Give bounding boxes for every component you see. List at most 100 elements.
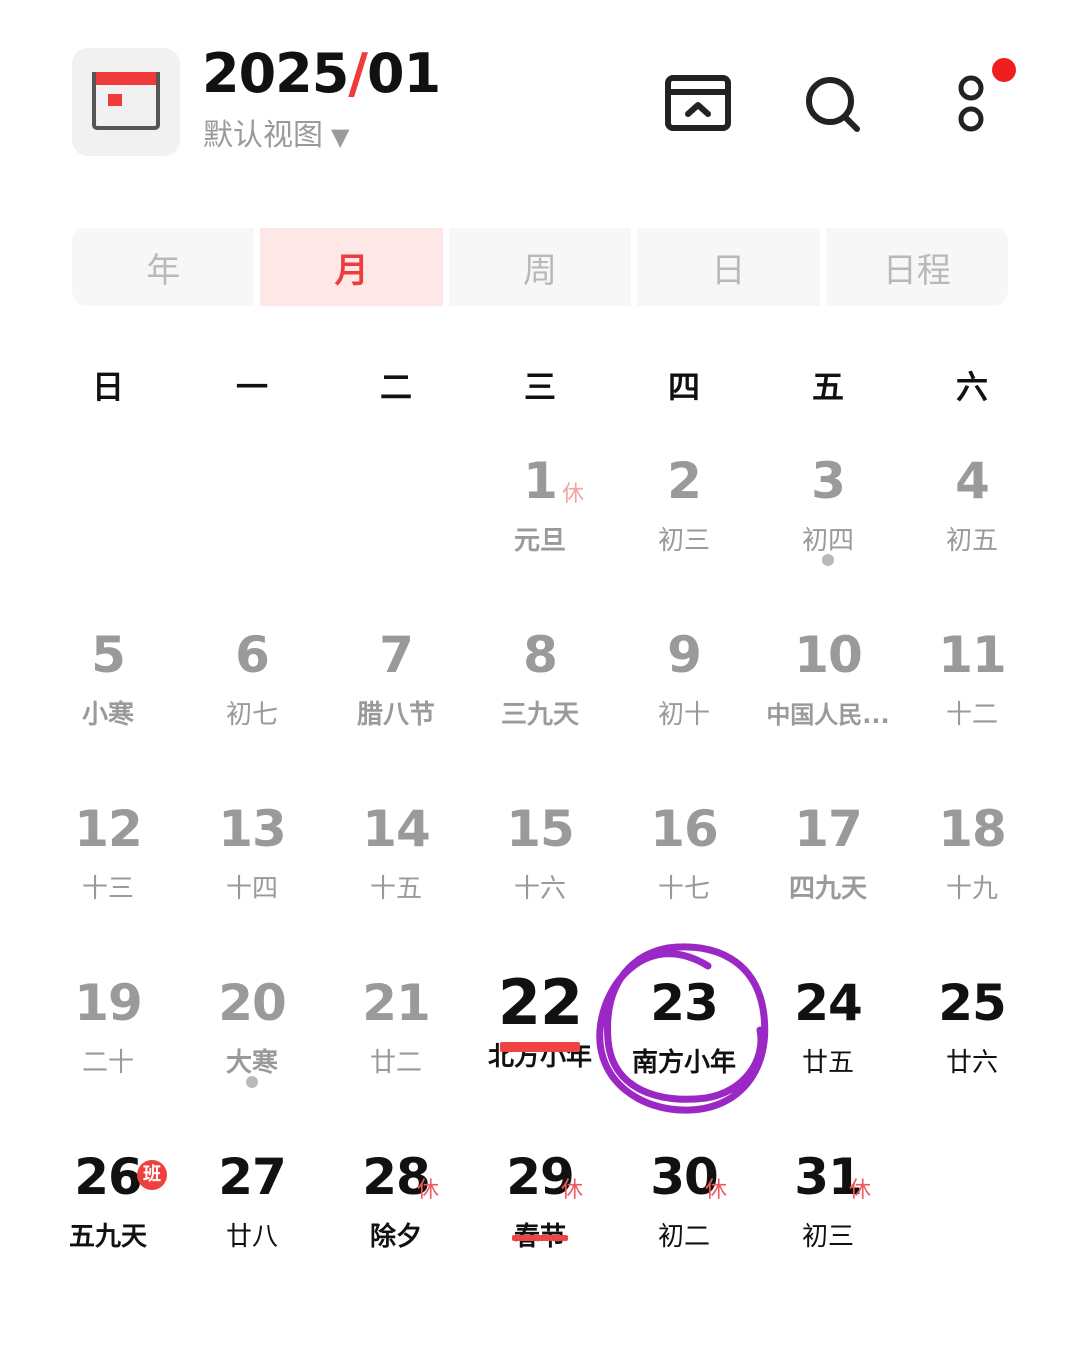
day-cell[interactable]: 19 二十 bbox=[36, 972, 180, 1146]
day-cell[interactable]: 24 廿五 bbox=[756, 972, 900, 1146]
weekday-header: 日 一 二 三 四 五 六 bbox=[36, 362, 1044, 408]
day-cell[interactable]: 5 小寒 bbox=[36, 624, 180, 798]
day-cell[interactable]: 8 三九天 bbox=[468, 624, 612, 798]
day-lunar: 五九天 bbox=[68, 1222, 147, 1252]
day-cell[interactable]: 23 南方小年 bbox=[612, 972, 756, 1146]
day-lunar: 十六 bbox=[513, 874, 566, 904]
title-month: 01 bbox=[367, 42, 441, 105]
day-number: 16 bbox=[650, 800, 719, 858]
day-cell[interactable]: 6 初七 bbox=[180, 624, 324, 798]
weekday-label: 六 bbox=[955, 368, 988, 406]
day-number: 10 bbox=[794, 626, 863, 684]
event-dot bbox=[822, 554, 834, 566]
weekday-label: 一 bbox=[235, 368, 268, 406]
day-lunar: 中国人民... bbox=[766, 701, 890, 729]
day-lunar: 腊八节 bbox=[356, 700, 435, 730]
day-cell[interactable]: 20 大寒 bbox=[180, 972, 324, 1146]
weekday-label: 日 bbox=[91, 368, 124, 406]
week-row: 26班 五九天 27 廿八 28休 除夕 29休 春节 30休 初二 31休 初… bbox=[36, 1146, 1044, 1320]
day-cell[interactable]: 16 十七 bbox=[612, 798, 756, 972]
day-cell[interactable]: 15 十六 bbox=[468, 798, 612, 972]
holiday-rest-tag: 休 bbox=[705, 1178, 728, 1203]
day-lunar: 元旦 bbox=[513, 526, 566, 556]
day-cell[interactable]: 29休 春节 bbox=[468, 1146, 612, 1320]
day-cell[interactable]: 18 十九 bbox=[900, 798, 1044, 972]
tab-week[interactable]: 周 bbox=[442, 228, 631, 306]
day-cell[interactable]: 10 中国人民... bbox=[756, 624, 900, 798]
day-number: 23 bbox=[650, 974, 719, 1032]
tab-day[interactable]: 日 bbox=[631, 228, 819, 306]
day-number: 22 bbox=[497, 966, 583, 1039]
day-cell[interactable]: 7 腊八节 bbox=[324, 624, 468, 798]
holiday-rest-tag: 休 bbox=[849, 1178, 872, 1203]
tab-schedule[interactable]: 日程 bbox=[819, 228, 1008, 306]
day-number: 28 休 bbox=[324, 1148, 468, 1206]
day-cell[interactable]: 3 初四 bbox=[756, 450, 900, 624]
day-number: 31 休 bbox=[756, 1148, 900, 1206]
day-cell[interactable]: 17 四九天 bbox=[756, 798, 900, 972]
day-number: 24 bbox=[794, 974, 863, 1032]
day-cell[interactable]: 26 班 五九天 bbox=[36, 1146, 180, 1320]
day-lunar: 十五 bbox=[369, 874, 422, 904]
day-cell[interactable]: 2 初三 bbox=[612, 450, 756, 624]
day-cell[interactable]: 27 廿八 bbox=[180, 1146, 324, 1320]
day-cell-today[interactable]: 22 北方小年 bbox=[468, 972, 612, 1146]
workday-badge: 班 bbox=[137, 1160, 167, 1190]
holiday-rest-tag: 休 bbox=[562, 482, 585, 507]
day-cell[interactable]: 13 十四 bbox=[180, 798, 324, 972]
day-number: 27 bbox=[218, 1148, 287, 1206]
tab-month[interactable]: 月 bbox=[254, 228, 443, 306]
search-icon[interactable] bbox=[804, 74, 864, 134]
day-lunar: 初三 bbox=[657, 526, 710, 556]
day-lunar: 十四 bbox=[225, 874, 278, 904]
day-number: 13 bbox=[218, 800, 287, 858]
day-number: 11 bbox=[938, 626, 1007, 684]
day-number: 8 bbox=[523, 626, 558, 684]
day-cell[interactable]: 31 休 初三 bbox=[756, 1146, 900, 1320]
day-cell-empty bbox=[900, 1146, 1044, 1320]
calendar-collapse-icon[interactable] bbox=[664, 74, 732, 132]
day-lunar: 二十 bbox=[81, 1048, 134, 1078]
day-number: 29 休 bbox=[468, 1148, 612, 1206]
day-cell[interactable]: 25 廿六 bbox=[900, 972, 1044, 1146]
weekday-label: 二 bbox=[379, 368, 412, 406]
more-icon[interactable] bbox=[956, 74, 990, 134]
day-lunar: 初三 bbox=[801, 1222, 854, 1252]
day-number: 3 bbox=[811, 452, 846, 510]
day-cell[interactable]: 9 初十 bbox=[612, 624, 756, 798]
day-lunar: 大寒 bbox=[225, 1048, 278, 1078]
day-cell[interactable]: 28 休 除夕 bbox=[324, 1146, 468, 1320]
day-number: 9 bbox=[667, 626, 702, 684]
day-lunar: 初十 bbox=[657, 700, 710, 730]
day-cell-empty bbox=[180, 450, 324, 624]
title-separator: / bbox=[348, 42, 368, 105]
day-cell[interactable]: 21 廿二 bbox=[324, 972, 468, 1146]
day-lunar: 十九 bbox=[945, 874, 998, 904]
day-cell[interactable]: 11 十二 bbox=[900, 624, 1044, 798]
day-cell[interactable]: 12 十三 bbox=[36, 798, 180, 972]
day-lunar: 廿五 bbox=[801, 1048, 854, 1078]
day-cell[interactable]: 14 十五 bbox=[324, 798, 468, 972]
month-grid: 1休 元旦 2 初三 3 初四 4 初五 5 小寒 6 初七 7 腊八节 8 三… bbox=[36, 450, 1044, 1320]
tab-year[interactable]: 年 bbox=[72, 228, 254, 306]
day-number: 7 bbox=[379, 626, 414, 684]
view-selector[interactable]: 默认视图 ▼ bbox=[203, 110, 349, 154]
day-number: 14 bbox=[362, 800, 431, 858]
chevron-down-icon: ▼ bbox=[331, 123, 350, 151]
day-number: 20 bbox=[218, 974, 287, 1032]
day-cell[interactable]: 1休 元旦 bbox=[468, 450, 612, 624]
day-lunar: 除夕 bbox=[369, 1222, 422, 1252]
day-cell[interactable]: 30 休 初二 bbox=[612, 1146, 756, 1320]
weekday-label: 四 bbox=[667, 368, 700, 406]
day-number: 25 bbox=[938, 974, 1007, 1032]
weekday-label: 三 bbox=[523, 368, 556, 406]
day-lunar: 小寒 bbox=[81, 700, 134, 730]
day-number: 18 bbox=[938, 800, 1007, 858]
day-number: 6 bbox=[235, 626, 270, 684]
calendar-app-icon[interactable] bbox=[72, 48, 180, 156]
day-lunar: 十七 bbox=[657, 874, 710, 904]
day-cell[interactable]: 4 初五 bbox=[900, 450, 1044, 624]
day-number: 4 bbox=[955, 452, 990, 510]
day-number: 21 bbox=[362, 974, 431, 1032]
week-row: 1休 元旦 2 初三 3 初四 4 初五 bbox=[36, 450, 1044, 624]
